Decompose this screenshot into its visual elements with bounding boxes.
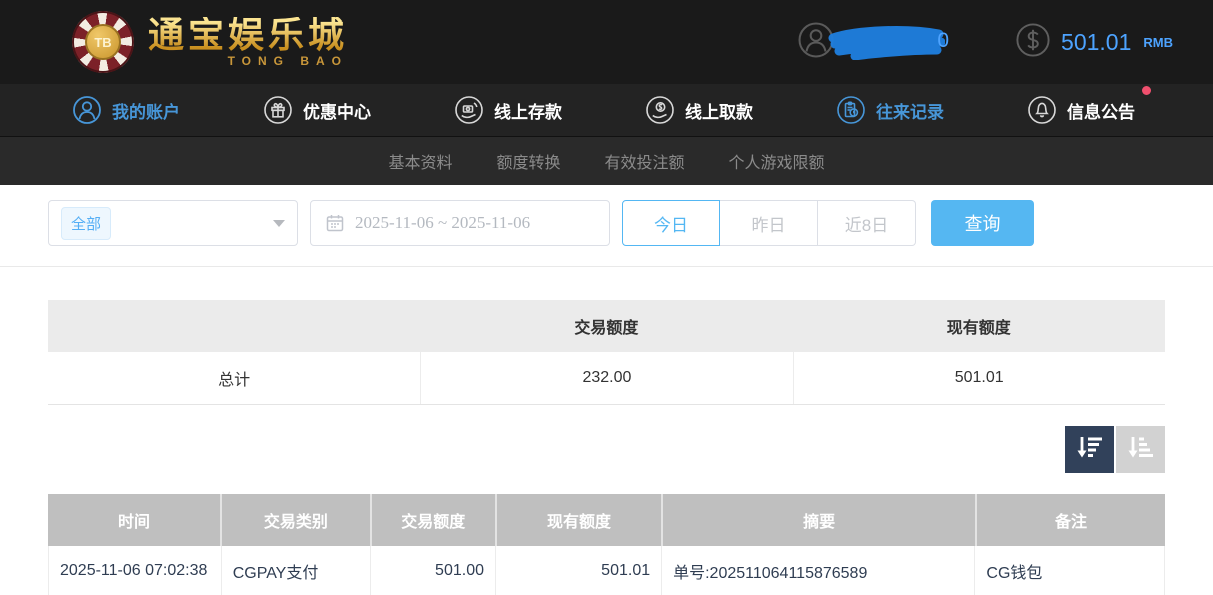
records-table-header: 时间 交易类别 交易额度 现有额度 摘要 备注 [48,494,1165,546]
record-summary: 单号:202511064115876589 [661,546,974,595]
sort-ascending-button[interactable] [1116,426,1165,473]
filter-row: 全部 2025-11-06 ~ 2025-11-06 今日 昨日 近8日 查询 [48,200,1165,246]
sub-nav: 基本资料 额度转换 有效投注额 个人游戏限额 [0,137,1213,185]
balance-display[interactable]: 501.01 RMB [1015,22,1173,63]
user-icon [72,95,102,125]
main-nav: 我的账户 优惠中心 线上存款 [0,84,1213,137]
subnav-item-valid-bets[interactable]: 有效投注额 [605,149,685,173]
section-divider [0,266,1213,267]
nav-item-announcements[interactable]: 信息公告 [1027,95,1135,125]
range-button-yesterday[interactable]: 昨日 [720,200,818,246]
type-select[interactable]: 全部 [48,200,298,246]
sort-descending-button[interactable] [1065,426,1114,473]
content-area: 全部 2025-11-06 ~ 2025-11-06 今日 昨日 近8日 查询 [0,185,1213,595]
range-button-today[interactable]: 今日 [622,200,720,246]
record-time: 2025-11-06 07:02:38 [49,546,221,595]
selected-type-tag[interactable]: 全部 [61,207,111,240]
chevron-down-icon [273,220,285,227]
username-display[interactable]: 0 [797,20,945,64]
casino-chip-icon: TB [72,11,134,73]
deposit-icon [454,95,484,125]
records-header-summary: 摘要 [661,494,975,546]
balance-amount: 501.01 [1061,29,1131,56]
withdraw-icon [645,95,675,125]
top-header: TB 通宝娱乐城 TONG BAO 0 [0,0,1213,84]
records-table: 时间 交易类别 交易额度 现有额度 摘要 备注 2025-11-06 07:02… [48,494,1165,595]
nav-label: 信息公告 [1067,98,1135,123]
sort-amount-asc-icon [1128,435,1154,464]
username-visible-suffix: 0 [937,29,949,53]
summary-table-header: 交易额度 现有额度 [48,300,1165,352]
nav-label: 线上存款 [494,98,562,123]
date-range-picker[interactable]: 2025-11-06 ~ 2025-11-06 [310,200,610,246]
nav-label: 优惠中心 [303,98,371,123]
records-header-time: 时间 [48,494,220,546]
site-subtitle: TONG BAO [228,55,348,67]
records-header-remark: 备注 [975,494,1165,546]
nav-label: 我的账户 [112,98,180,123]
nav-item-withdraw[interactable]: 线上取款 [645,95,753,125]
subnav-item-basic-info[interactable]: 基本资料 [388,149,452,173]
dollar-circle-icon [1015,22,1051,63]
table-row: 2025-11-06 07:02:38 CGPAY支付 501.00 501.0… [48,546,1165,595]
nav-label: 往来记录 [876,98,944,123]
nav-item-my-account[interactable]: 我的账户 [72,95,180,125]
nav-item-transaction-records[interactable]: 往来记录 [836,95,944,125]
summary-transaction-amount: 232.00 [420,352,792,404]
gift-icon [263,95,293,125]
nav-label: 线上取款 [685,98,753,123]
site-logo[interactable]: TB 通宝娱乐城 TONG BAO [72,11,348,73]
summary-total-label: 总计 [48,352,420,404]
records-header-type: 交易类别 [220,494,370,546]
date-range-value: 2025-11-06 ~ 2025-11-06 [355,213,530,233]
sort-controls [48,426,1165,473]
summary-header-transaction-amount: 交易额度 [420,314,792,338]
summary-table: 交易额度 现有额度 总计 232.00 501.01 [48,300,1165,405]
range-button-last8days[interactable]: 近8日 [818,200,916,246]
chip-monogram: TB [85,24,121,60]
summary-current-balance: 501.01 [793,352,1165,404]
record-type: CGPAY支付 [221,546,370,595]
sort-amount-desc-icon [1077,435,1103,464]
records-header-transaction-amount: 交易额度 [370,494,495,546]
nav-item-deposit[interactable]: 线上存款 [454,95,562,125]
search-button[interactable]: 查询 [931,200,1034,246]
summary-header-current-balance: 现有额度 [793,314,1165,338]
summary-total-row: 总计 232.00 501.01 [48,352,1165,405]
record-transaction-amount: 501.00 [370,546,495,595]
redacted-username-scribble: 0 [827,24,945,60]
records-icon [836,95,866,125]
notification-badge [1142,86,1151,95]
records-header-current-balance: 现有额度 [495,494,661,546]
nav-item-promotions[interactable]: 优惠中心 [263,95,371,125]
bell-icon [1027,95,1057,125]
record-current-balance: 501.01 [495,546,661,595]
quick-range-group: 今日 昨日 近8日 [622,200,916,246]
subnav-item-credit-transfer[interactable]: 额度转换 [496,149,560,173]
calendar-icon [325,213,345,233]
record-remark: CG钱包 [974,546,1164,595]
balance-currency: RMB [1143,35,1173,50]
subnav-item-game-limits[interactable]: 个人游戏限额 [729,149,825,173]
site-title: 通宝娱乐城 [148,17,348,53]
